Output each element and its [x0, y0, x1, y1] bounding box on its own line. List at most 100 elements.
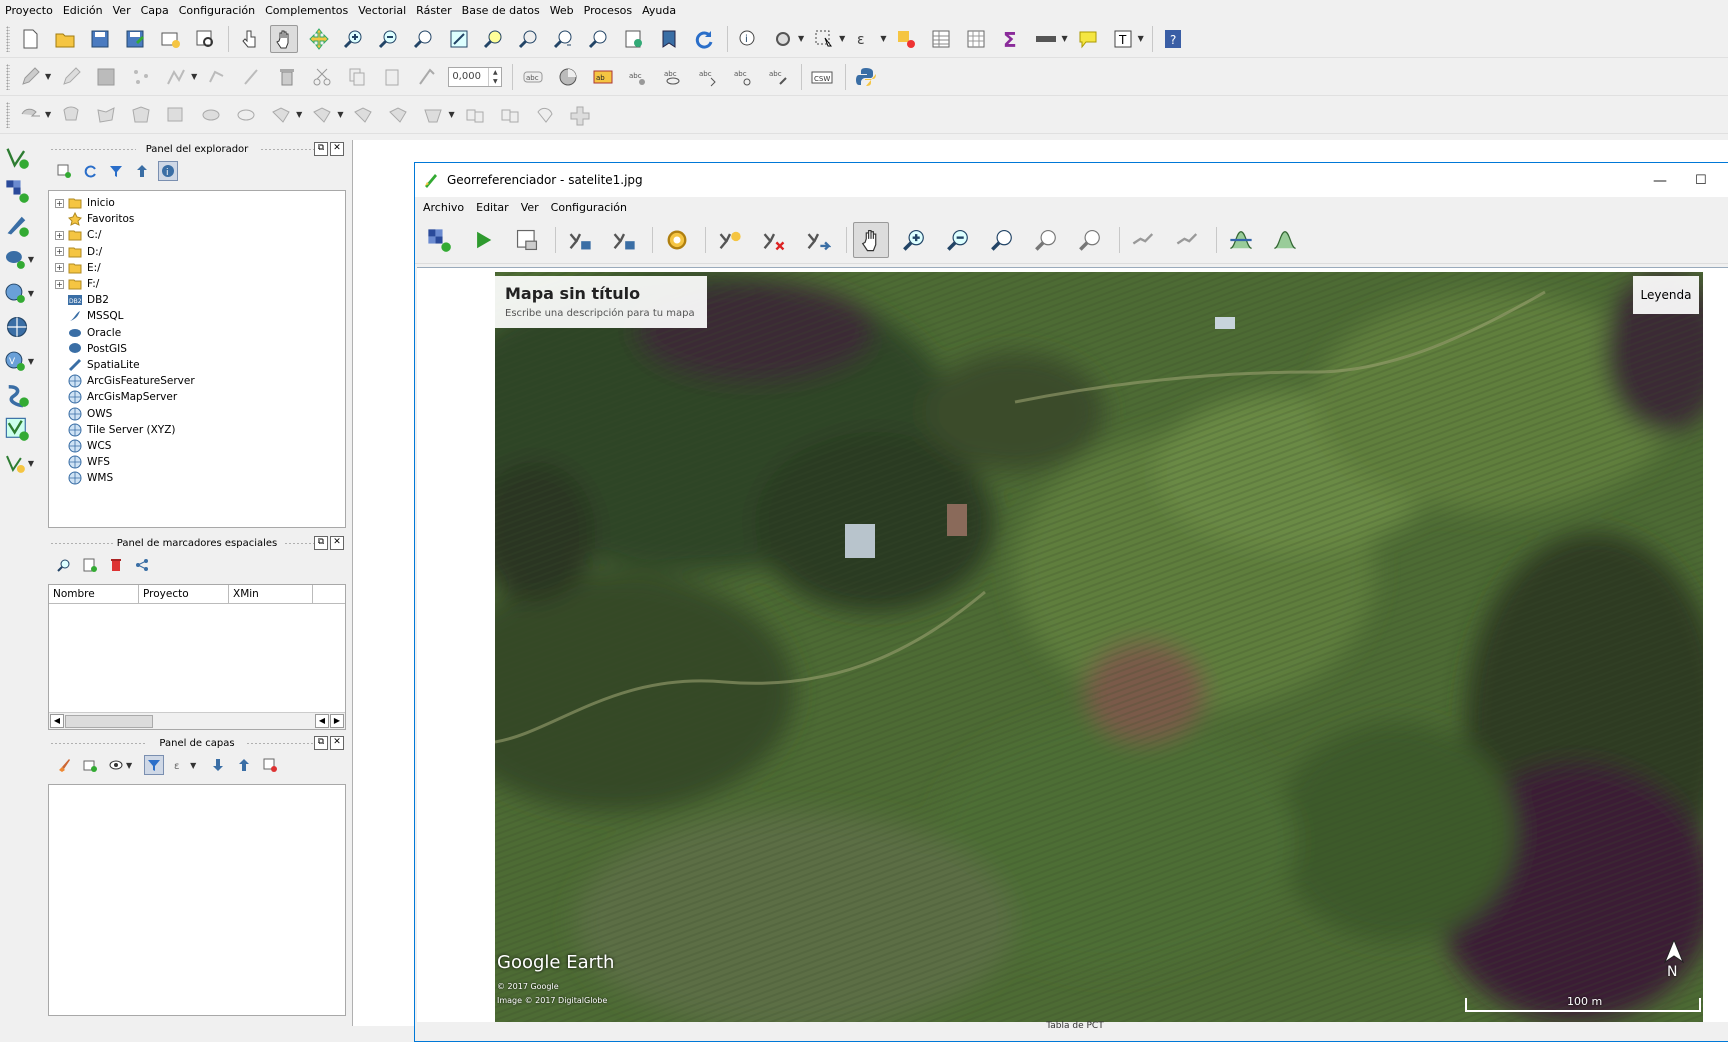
- menu-item[interactable]: Ayuda: [637, 4, 681, 17]
- move-gcp-point-button[interactable]: [800, 222, 836, 258]
- menu-item[interactable]: Edición: [58, 4, 108, 17]
- collapse-all-layers-button[interactable]: [234, 755, 254, 775]
- add-ring-button[interactable]: [127, 101, 155, 129]
- bookmarks-panel-header[interactable]: Panel de marcadores espaciales ⧉ ✕: [46, 534, 348, 552]
- add-point-button[interactable]: [712, 222, 748, 258]
- add-wms-layer-button[interactable]: ▼: [0, 276, 40, 310]
- toolbar-grip[interactable]: [6, 101, 10, 128]
- chevron-down-icon[interactable]: ▼: [337, 110, 343, 119]
- merge-attributes-button[interactable]: [496, 101, 524, 129]
- chevron-down-icon[interactable]: ▼: [1138, 34, 1144, 43]
- enable-properties-button[interactable]: i: [158, 161, 178, 181]
- merge-features-button[interactable]: [461, 101, 489, 129]
- chevron-down-icon[interactable]: ▼: [1061, 34, 1067, 43]
- chevron-down-icon[interactable]: ▼: [839, 34, 845, 43]
- select-by-expression-button[interactable]: ε: [851, 25, 879, 53]
- chevron-down-icon[interactable]: ▼: [28, 357, 34, 366]
- layers-tree[interactable]: [48, 784, 346, 1016]
- chevron-down-icon[interactable]: ▼: [448, 110, 454, 119]
- full-histogram-stretch-button[interactable]: [1223, 222, 1259, 258]
- expand-icon[interactable]: +: [55, 247, 64, 257]
- georef-zoom-out-button[interactable]: [941, 222, 977, 258]
- scroll-right-icon[interactable]: ▶: [330, 714, 344, 728]
- column-header[interactable]: XMin: [229, 585, 313, 603]
- new-bookmark-button[interactable]: [80, 555, 100, 575]
- browser-item[interactable]: Tile Server (XYZ): [49, 422, 345, 438]
- georeferencer-canvas[interactable]: Mapa sin título Escribe una descripción …: [417, 267, 1728, 1022]
- open-project-button[interactable]: [51, 25, 79, 53]
- zoom-next-button[interactable]: [585, 25, 613, 53]
- python-console-button[interactable]: [852, 63, 880, 91]
- offset-curve-button[interactable]: [349, 101, 377, 129]
- browser-item[interactable]: WMS: [49, 470, 345, 486]
- georef-zoom-last-button[interactable]: [1029, 222, 1065, 258]
- zoom-last-button[interactable]: [550, 25, 578, 53]
- link-georef-to-qgis-button[interactable]: [1126, 222, 1162, 258]
- browser-item[interactable]: Favoritos: [49, 211, 345, 227]
- add-raster-layer-button[interactable]: [0, 174, 40, 208]
- browser-panel-header[interactable]: Panel del explorador ⧉ ✕: [46, 140, 348, 158]
- add-wfs-layer-button[interactable]: [0, 310, 40, 344]
- georef-zoom-in-button[interactable]: [897, 222, 933, 258]
- toolbar-grip[interactable]: [6, 25, 10, 52]
- menu-item[interactable]: Base de datos: [457, 4, 545, 17]
- browser-item[interactable]: PostGIS: [49, 341, 345, 357]
- browser-item[interactable]: WFS: [49, 454, 345, 470]
- zoom-in-button[interactable]: [340, 25, 368, 53]
- new-layer-button[interactable]: ▼: [0, 446, 40, 480]
- georef-pan-button[interactable]: [853, 222, 889, 258]
- new-shapefile-button[interactable]: [0, 412, 40, 446]
- menu-item[interactable]: Web: [545, 4, 579, 17]
- move-label-button[interactable]: abc: [694, 63, 722, 91]
- add-postgis-layer-button[interactable]: ▼: [0, 242, 40, 276]
- scrollbar-thumb[interactable]: [65, 715, 153, 728]
- spin-arrows-icon[interactable]: ▲ ▼: [488, 67, 501, 86]
- help-button[interactable]: ?: [1159, 25, 1187, 53]
- layers-panel-header[interactable]: Panel de capas ⧉ ✕: [46, 734, 348, 752]
- float-panel-button[interactable]: ⧉: [314, 736, 328, 750]
- chevron-down-icon[interactable]: ▼: [28, 289, 34, 298]
- gcp-table-panel-header[interactable]: Tabla de PCT: [415, 1021, 1728, 1035]
- offset-point-symbols-button[interactable]: [566, 101, 594, 129]
- browser-item[interactable]: + Inicio: [49, 195, 345, 211]
- open-layer-styling-button[interactable]: [54, 755, 74, 775]
- show-hide-labels-button[interactable]: abc: [659, 63, 687, 91]
- add-group-button[interactable]: [80, 755, 100, 775]
- new-map-view-button[interactable]: [620, 25, 648, 53]
- generate-gdal-script-button[interactable]: [509, 222, 545, 258]
- current-edits-button[interactable]: [16, 63, 44, 91]
- browser-item[interactable]: Oracle: [49, 325, 345, 341]
- zoom-full-button[interactable]: [445, 25, 473, 53]
- new-bookmark-button[interactable]: [655, 25, 683, 53]
- menu-item[interactable]: Capa: [136, 4, 174, 17]
- rotate-point-symbols-button[interactable]: [531, 101, 559, 129]
- minimize-window-button[interactable]: —: [1653, 173, 1667, 189]
- close-panel-button[interactable]: ✕: [330, 142, 344, 156]
- share-bookmark-button[interactable]: [132, 555, 152, 575]
- run-action-button[interactable]: [769, 25, 797, 53]
- menu-item[interactable]: Ver: [108, 4, 136, 17]
- label-toolbar-button[interactable]: abc: [519, 63, 547, 91]
- add-selected-layers-button[interactable]: [54, 161, 74, 181]
- delete-selected-button[interactable]: [273, 63, 301, 91]
- georef-menu-item[interactable]: Archivo: [423, 201, 464, 214]
- menu-item[interactable]: Procesos: [579, 4, 637, 17]
- zoom-to-layer-button[interactable]: [515, 25, 543, 53]
- browser-item[interactable]: MSSQL: [49, 308, 345, 324]
- legend-button[interactable]: Leyenda: [1633, 276, 1699, 314]
- filter-browser-button[interactable]: [106, 161, 126, 181]
- browser-item[interactable]: OWS: [49, 405, 345, 421]
- browser-item[interactable]: ArcGisFeatureServer: [49, 373, 345, 389]
- add-part-button[interactable]: [162, 101, 190, 129]
- digitize-tool-button[interactable]: [413, 63, 441, 91]
- change-label-button[interactable]: abc: [764, 63, 792, 91]
- manage-visibility-button[interactable]: [106, 755, 126, 775]
- expand-all-button[interactable]: [208, 755, 228, 775]
- save-as-button[interactable]: [121, 25, 149, 53]
- georef-zoom-next-button[interactable]: [1073, 222, 1109, 258]
- start-georeferencing-button[interactable]: [465, 222, 501, 258]
- link-qgis-to-georef-button[interactable]: [1170, 222, 1206, 258]
- split-features-button[interactable]: [384, 101, 412, 129]
- expand-icon[interactable]: +: [55, 263, 64, 273]
- delete-bookmark-button[interactable]: [106, 555, 126, 575]
